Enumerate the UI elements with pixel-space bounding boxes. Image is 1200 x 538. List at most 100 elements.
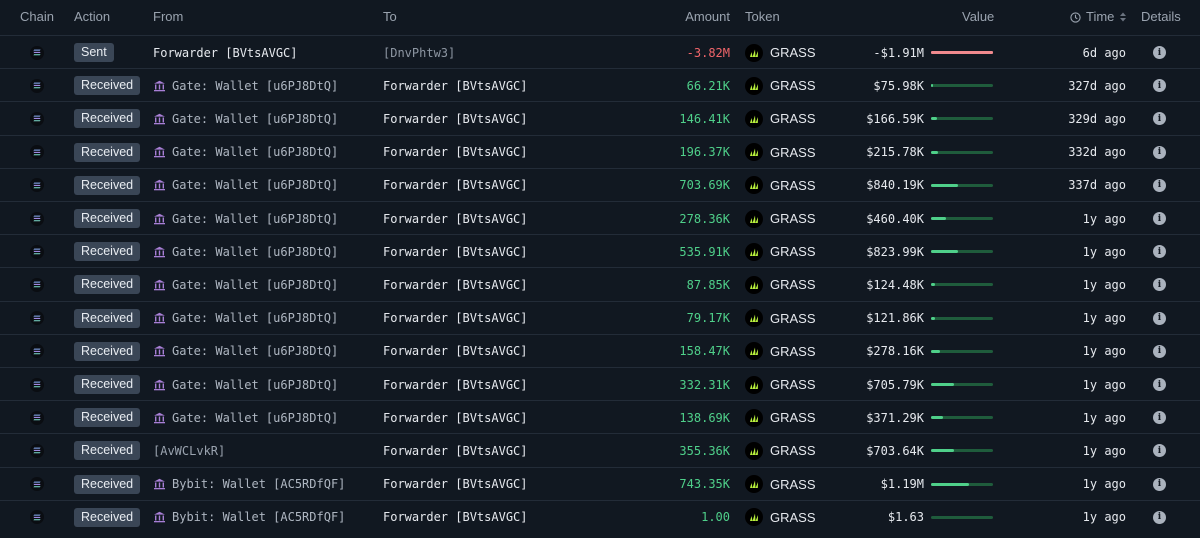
from-address-link[interactable]: Gate: Wallet [u6PJ8DtQ] <box>172 378 338 392</box>
table-row[interactable]: Received Gate: Wallet [u6PJ8DtQ] Forwarder… <box>0 267 1200 301</box>
token-cell[interactable]: GRASS <box>745 136 816 169</box>
from-address-link[interactable]: Gate: Wallet [u6PJ8DtQ] <box>172 344 338 358</box>
info-icon[interactable]: i <box>1153 444 1166 458</box>
token-cell[interactable]: GRASS <box>745 368 816 401</box>
table-row[interactable]: Received Gate: Wallet [u6PJ8DtQ] Forwarder… <box>0 333 1200 368</box>
info-icon[interactable]: i <box>1153 477 1166 491</box>
token-cell[interactable]: GRASS <box>745 401 816 434</box>
table-row[interactable]: Received Bybit: Wallet [AC5RDfQF] Forwarde… <box>0 466 1200 501</box>
to-address-link[interactable]: Forwarder [BVtsAVGC] <box>383 477 528 491</box>
to-cell[interactable]: [DnvPhtw3] <box>383 36 455 69</box>
to-cell[interactable]: Forwarder [BVtsAVGC] <box>383 401 528 434</box>
details-cell[interactable]: i <box>1153 468 1166 501</box>
to-cell[interactable]: Forwarder [BVtsAVGC] <box>383 102 528 135</box>
token-name[interactable]: GRASS <box>770 510 816 525</box>
token-name[interactable]: GRASS <box>770 45 816 60</box>
from-cell[interactable]: Bybit: Wallet [AC5RDfQF] <box>153 501 345 534</box>
from-cell[interactable]: Gate: Wallet [u6PJ8DtQ] <box>153 401 338 434</box>
from-cell[interactable]: Gate: Wallet [u6PJ8DtQ] <box>153 302 338 335</box>
token-name[interactable]: GRASS <box>770 111 816 126</box>
from-cell[interactable]: Gate: Wallet [u6PJ8DtQ] <box>153 368 338 401</box>
info-icon[interactable]: i <box>1153 212 1166 225</box>
from-cell[interactable]: Bybit: Wallet [AC5RDfQF] <box>153 468 345 501</box>
to-cell[interactable]: Forwarder [BVtsAVGC] <box>383 235 528 268</box>
info-icon[interactable]: i <box>1153 79 1166 93</box>
from-address-link[interactable]: Gate: Wallet [u6PJ8DtQ] <box>172 178 338 192</box>
info-icon[interactable]: i <box>1153 311 1166 325</box>
from-address-link[interactable]: Bybit: Wallet [AC5RDfQF] <box>172 477 345 491</box>
to-address-link[interactable]: Forwarder [BVtsAVGC] <box>383 245 528 259</box>
from-address-link[interactable]: Bybit: Wallet [AC5RDfQF] <box>172 510 345 524</box>
table-row[interactable]: Received Gate: Wallet [u6PJ8DtQ] Forwarder… <box>0 134 1200 169</box>
table-row[interactable]: Received [AvWCLvkR] Forwarder [BVtsAVGC] 35… <box>0 433 1200 467</box>
to-cell[interactable]: Forwarder [BVtsAVGC] <box>383 501 528 534</box>
token-name[interactable]: GRASS <box>770 211 816 226</box>
table-row[interactable]: Received Gate: Wallet [u6PJ8DtQ] Forwarder… <box>0 68 1200 102</box>
to-address-link[interactable]: Forwarder [BVtsAVGC] <box>383 212 528 226</box>
token-cell[interactable]: GRASS <box>745 202 816 235</box>
from-cell[interactable]: Gate: Wallet [u6PJ8DtQ] <box>153 136 338 169</box>
to-address-link[interactable]: Forwarder [BVtsAVGC] <box>383 411 528 425</box>
token-name[interactable]: GRASS <box>770 244 816 259</box>
to-cell[interactable]: Forwarder [BVtsAVGC] <box>383 202 528 235</box>
token-cell[interactable]: GRASS <box>745 102 816 135</box>
header-amount[interactable]: Amount <box>685 9 730 24</box>
token-name[interactable]: GRASS <box>770 178 816 193</box>
to-address-link[interactable]: Forwarder [BVtsAVGC] <box>383 145 528 159</box>
from-cell[interactable]: Gate: Wallet [u6PJ8DtQ] <box>153 202 338 235</box>
details-cell[interactable]: i <box>1153 202 1166 235</box>
info-icon[interactable]: i <box>1153 178 1166 192</box>
details-cell[interactable]: i <box>1153 501 1166 534</box>
details-cell[interactable]: i <box>1153 434 1166 467</box>
info-icon[interactable]: i <box>1153 278 1166 292</box>
from-cell[interactable]: Gate: Wallet [u6PJ8DtQ] <box>153 235 338 268</box>
to-address-link[interactable]: Forwarder [BVtsAVGC] <box>383 112 528 126</box>
details-cell[interactable]: i <box>1153 235 1166 268</box>
to-address-link[interactable]: Forwarder [BVtsAVGC] <box>383 378 528 392</box>
token-cell[interactable]: GRASS <box>745 302 816 335</box>
details-cell[interactable]: i <box>1153 136 1166 169</box>
to-cell[interactable]: Forwarder [BVtsAVGC] <box>383 169 528 202</box>
token-cell[interactable]: GRASS <box>745 268 816 301</box>
token-cell[interactable]: GRASS <box>745 468 816 501</box>
to-cell[interactable]: Forwarder [BVtsAVGC] <box>383 268 528 301</box>
to-cell[interactable]: Forwarder [BVtsAVGC] <box>383 468 528 501</box>
to-cell[interactable]: Forwarder [BVtsAVGC] <box>383 368 528 401</box>
table-row[interactable]: Sent Forwarder [BVtsAVGC] [DnvPhtw3] -3.82M… <box>0 35 1200 69</box>
from-cell[interactable]: Forwarder [BVtsAVGC] <box>153 36 298 69</box>
from-address-link[interactable]: Forwarder [BVtsAVGC] <box>153 46 298 60</box>
from-address-link[interactable]: Gate: Wallet [u6PJ8DtQ] <box>172 212 338 226</box>
from-cell[interactable]: Gate: Wallet [u6PJ8DtQ] <box>153 335 338 368</box>
token-name[interactable]: GRASS <box>770 145 816 160</box>
token-name[interactable]: GRASS <box>770 410 816 425</box>
from-address-link[interactable]: Gate: Wallet [u6PJ8DtQ] <box>172 411 338 425</box>
info-icon[interactable]: i <box>1153 510 1166 524</box>
token-name[interactable]: GRASS <box>770 277 816 292</box>
token-cell[interactable]: GRASS <box>745 434 816 467</box>
to-cell[interactable]: Forwarder [BVtsAVGC] <box>383 302 528 335</box>
from-address-link[interactable]: Gate: Wallet [u6PJ8DtQ] <box>172 145 338 159</box>
from-cell[interactable]: Gate: Wallet [u6PJ8DtQ] <box>153 268 338 301</box>
info-icon[interactable]: i <box>1153 245 1166 259</box>
to-address-link[interactable]: Forwarder [BVtsAVGC] <box>383 444 528 458</box>
token-cell[interactable]: GRASS <box>745 169 816 202</box>
info-icon[interactable]: i <box>1153 344 1166 358</box>
token-name[interactable]: GRASS <box>770 344 816 359</box>
token-name[interactable]: GRASS <box>770 377 816 392</box>
from-cell[interactable]: [AvWCLvkR] <box>153 434 225 467</box>
to-address-link[interactable]: Forwarder [BVtsAVGC] <box>383 344 528 358</box>
to-address-link[interactable]: Forwarder [BVtsAVGC] <box>383 79 528 93</box>
from-address-link[interactable]: Gate: Wallet [u6PJ8DtQ] <box>172 245 338 259</box>
to-address-link[interactable]: Forwarder [BVtsAVGC] <box>383 311 528 325</box>
table-row[interactable]: Received Gate: Wallet [u6PJ8DtQ] Forwarder… <box>0 201 1200 235</box>
from-address-link[interactable]: [AvWCLvkR] <box>153 444 225 458</box>
table-row[interactable]: Received Gate: Wallet [u6PJ8DtQ] Forwarder… <box>0 101 1200 135</box>
from-cell[interactable]: Gate: Wallet [u6PJ8DtQ] <box>153 102 338 135</box>
details-cell[interactable]: i <box>1153 401 1166 434</box>
table-row[interactable]: Received Gate: Wallet [u6PJ8DtQ] Forwarder… <box>0 234 1200 268</box>
token-cell[interactable]: GRASS <box>745 335 816 368</box>
from-cell[interactable]: Gate: Wallet [u6PJ8DtQ] <box>153 169 338 202</box>
from-address-link[interactable]: Gate: Wallet [u6PJ8DtQ] <box>172 311 338 325</box>
details-cell[interactable]: i <box>1153 368 1166 401</box>
table-row[interactable]: Received Gate: Wallet [u6PJ8DtQ] Forwarder… <box>0 300 1200 335</box>
